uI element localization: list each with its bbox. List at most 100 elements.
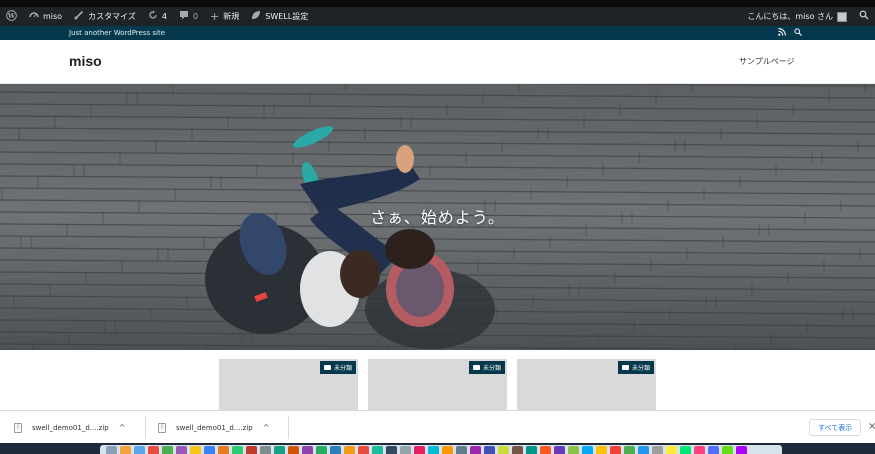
- dock-app-icon[interactable]: [596, 446, 607, 454]
- swell-settings-link[interactable]: SWELL設定: [245, 7, 314, 26]
- plus-icon: +: [210, 10, 220, 23]
- download-filename: swell_demo01_d....zip: [176, 423, 253, 432]
- new-content-link[interactable]: + 新規: [204, 7, 245, 26]
- nav-item-sample-page[interactable]: サンプルページ: [739, 56, 795, 67]
- chevron-up-icon[interactable]: ^: [263, 423, 270, 432]
- comments-link[interactable]: 0: [173, 7, 204, 26]
- dock-app-icon[interactable]: [148, 446, 159, 454]
- updates-count: 4: [161, 12, 167, 21]
- dock-app-icon[interactable]: [120, 446, 131, 454]
- dock-app-icon[interactable]: [666, 446, 677, 454]
- comments-count: 0: [192, 12, 199, 21]
- dock-app-icon[interactable]: [302, 446, 313, 454]
- dock-app-icon[interactable]: [330, 446, 341, 454]
- info-bar-icons: [778, 28, 802, 38]
- dock-app-icon[interactable]: [134, 446, 145, 454]
- dock-app-icon[interactable]: [106, 446, 117, 454]
- rss-icon[interactable]: [778, 28, 786, 38]
- dock-app-icon[interactable]: [722, 446, 733, 454]
- category-label: 未分類: [631, 365, 650, 372]
- svg-text:W: W: [7, 11, 16, 19]
- file-icon: !: [158, 422, 166, 433]
- dock-app-icon[interactable]: [708, 446, 719, 454]
- post-card[interactable]: 未分類: [219, 359, 358, 410]
- dock-app-icon[interactable]: [344, 446, 355, 454]
- dock-app-icon[interactable]: [624, 446, 635, 454]
- dock-app-icon[interactable]: [232, 446, 243, 454]
- dock-app-icon[interactable]: [736, 446, 747, 454]
- category-badge: 未分類: [319, 361, 356, 374]
- download-item[interactable]: ! swell_demo01_d....zip ^: [144, 411, 269, 444]
- dock-app-icon[interactable]: [512, 446, 523, 454]
- dock-app-icon[interactable]: [456, 446, 467, 454]
- download-item[interactable]: ! swell_demo01_d....zip ^: [0, 411, 125, 444]
- dock-app-icon[interactable]: [190, 446, 201, 454]
- dock-app-icon[interactable]: [246, 446, 257, 454]
- my-account-link[interactable]: こんにちは、miso さん: [741, 7, 853, 26]
- dock-app-icon[interactable]: [652, 446, 663, 454]
- dock-app-icon[interactable]: [540, 446, 551, 454]
- browser-frame: W miso カスタマイズ 4 0 + 新規 SWELL設定 こんにちは、mis…: [0, 0, 875, 454]
- dock-app-icon[interactable]: [386, 446, 397, 454]
- dock-app-icon[interactable]: [414, 446, 425, 454]
- comment-icon: [179, 10, 189, 23]
- dock-app-icon[interactable]: [358, 446, 369, 454]
- updates-link[interactable]: 4: [142, 7, 173, 26]
- refresh-icon: [148, 10, 158, 23]
- customize-label: カスタマイズ: [88, 12, 136, 21]
- show-all-button[interactable]: すべて表示: [809, 419, 862, 436]
- dock-app-icon[interactable]: [162, 446, 173, 454]
- brush-icon: [74, 10, 84, 23]
- post-card[interactable]: 未分類: [368, 359, 507, 410]
- folder-icon: [472, 365, 480, 370]
- wp-admin-bar: W miso カスタマイズ 4 0 + 新規 SWELL設定 こんにちは、mis…: [0, 7, 875, 26]
- dock-app-icon[interactable]: [260, 446, 271, 454]
- category-label: 未分類: [333, 365, 352, 372]
- dock-app-icon[interactable]: [694, 446, 705, 454]
- file-icon: !: [14, 422, 22, 433]
- dock-app-icon[interactable]: [372, 446, 383, 454]
- dock-app-icon[interactable]: [316, 446, 327, 454]
- dock-app-icon[interactable]: [484, 446, 495, 454]
- avatar: [837, 11, 847, 22]
- swell-settings-label: SWELL設定: [265, 12, 309, 21]
- post-card[interactable]: 未分類: [517, 359, 656, 410]
- dock-app-icon[interactable]: [218, 446, 229, 454]
- dock-app-icon[interactable]: [274, 446, 285, 454]
- search-icon[interactable]: [794, 28, 802, 38]
- hero-banner: さぁ、始めよう。: [0, 84, 875, 350]
- post-list: 未分類 未分類 未分類: [0, 350, 875, 410]
- dock-app-icon[interactable]: [680, 446, 691, 454]
- dock-app-icon[interactable]: [498, 446, 509, 454]
- dock-app-icon[interactable]: [582, 446, 593, 454]
- dock-app-icon[interactable]: [400, 446, 411, 454]
- site-title[interactable]: miso: [69, 53, 102, 69]
- wp-logo-button[interactable]: W: [0, 7, 23, 26]
- dock-app-icon[interactable]: [428, 446, 439, 454]
- folder-icon: [621, 365, 629, 370]
- search-icon: [859, 10, 869, 23]
- category-badge: 未分類: [468, 361, 505, 374]
- hero-heading: さぁ、始めよう。: [370, 208, 505, 227]
- dock-app-icon[interactable]: [442, 446, 453, 454]
- chevron-up-icon[interactable]: ^: [119, 423, 126, 432]
- dock-app-icon[interactable]: [176, 446, 187, 454]
- dock-app-icon[interactable]: [470, 446, 481, 454]
- dock-app-icon[interactable]: [568, 446, 579, 454]
- download-filename: swell_demo01_d....zip: [32, 423, 109, 432]
- dock-app-icon[interactable]: [610, 446, 621, 454]
- dock-app-icon[interactable]: [204, 446, 215, 454]
- dock-app-icon[interactable]: [638, 446, 649, 454]
- close-icon[interactable]: ×: [868, 421, 875, 432]
- site-name-link[interactable]: miso: [23, 7, 68, 26]
- customize-link[interactable]: カスタマイズ: [68, 7, 142, 26]
- divider: [288, 416, 289, 439]
- category-badge: 未分類: [617, 361, 654, 374]
- admin-search-button[interactable]: [853, 7, 875, 26]
- dock-app-icon[interactable]: [288, 446, 299, 454]
- admin-bar-right: こんにちは、miso さん: [741, 7, 875, 26]
- download-shelf: ! swell_demo01_d....zip ^ ! swell_demo01…: [0, 410, 875, 443]
- site-info-bar: Just another WordPress site: [0, 26, 875, 40]
- dock-app-icon[interactable]: [554, 446, 565, 454]
- dock-app-icon[interactable]: [526, 446, 537, 454]
